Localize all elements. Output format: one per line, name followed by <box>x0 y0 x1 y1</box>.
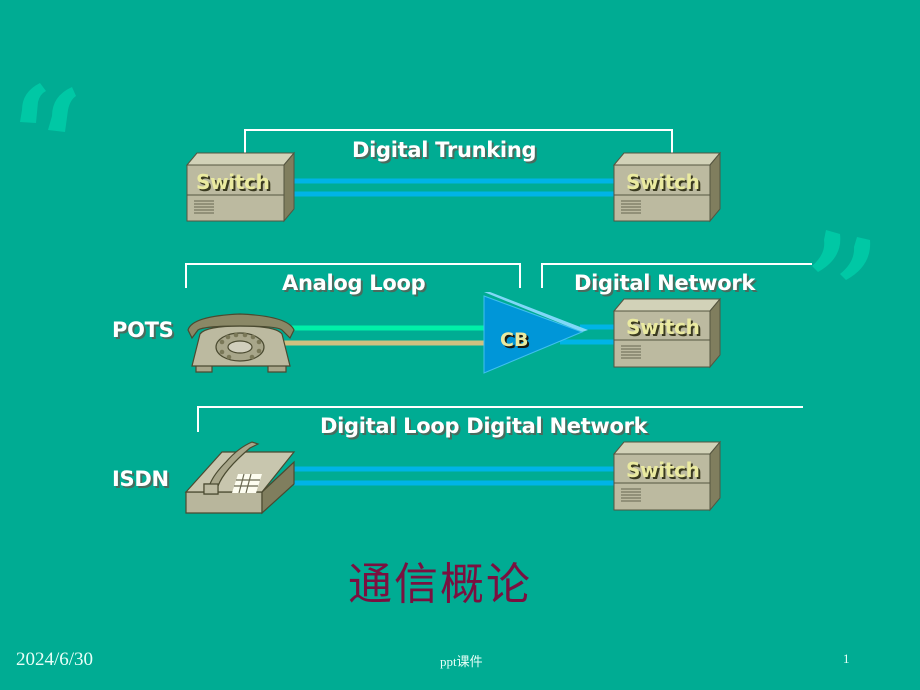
footer-date: 2024/6/30 <box>16 649 94 670</box>
footer-center-text: ppt课件 <box>440 654 483 669</box>
switch-label-1: Switch <box>196 170 270 194</box>
rotary-phone-icon <box>187 313 295 373</box>
isdn-phone-icon <box>184 441 296 515</box>
open-quote-icon <box>20 83 76 132</box>
label-pots: POTS <box>112 318 174 342</box>
label-isdn: ISDN <box>112 467 169 491</box>
switch-label-2: Switch <box>626 170 700 194</box>
close-quote-icon <box>812 230 871 280</box>
label-digital-loop-digital-network: Digital Loop Digital Network <box>320 414 648 438</box>
switch-label-4: Switch <box>626 458 700 482</box>
label-digital-network: Digital Network <box>574 271 756 295</box>
label-analog-loop: Analog Loop <box>282 271 426 295</box>
switch-label-3: Switch <box>626 315 700 339</box>
footer-page-number: 1 <box>843 651 850 666</box>
label-digital-trunking: Digital Trunking <box>352 138 537 162</box>
slide-title: 通信概论 <box>348 559 532 610</box>
cb-label: CB <box>500 329 529 351</box>
